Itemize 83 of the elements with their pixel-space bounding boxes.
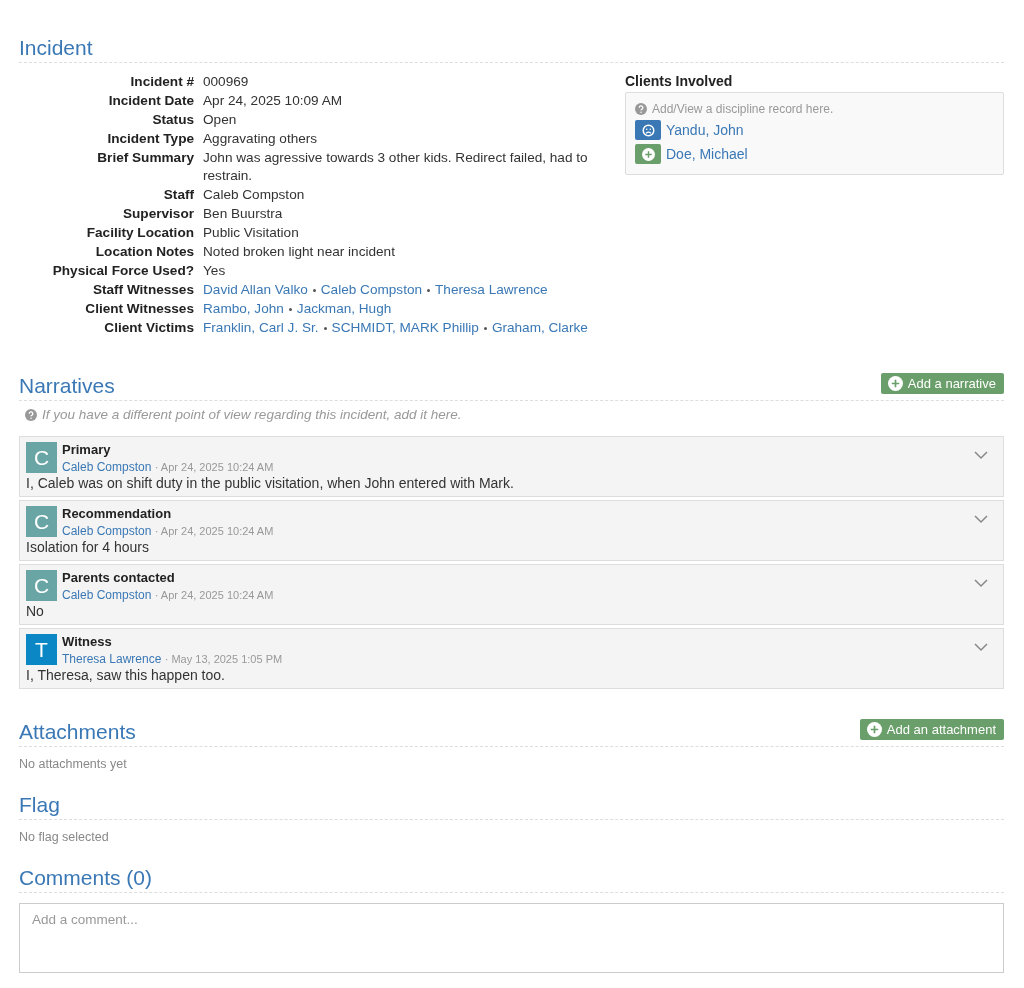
field-value: Apr 24, 2025 10:09 AM — [203, 92, 344, 110]
narrative-date: · Apr 24, 2025 10:24 AM — [154, 589, 274, 601]
field-value: Aggravating others — [203, 130, 319, 148]
separator-dot — [312, 288, 316, 292]
chevron-down-icon[interactable] — [974, 515, 988, 524]
comment-field[interactable]: Add a comment... — [19, 903, 1004, 973]
author-link[interactable]: Caleb Compston — [62, 524, 152, 538]
client-status-badge[interactable] — [635, 144, 661, 164]
section-title: Flag — [19, 793, 60, 817]
person-link[interactable]: Rambo, John — [203, 301, 284, 316]
field-label: Incident Date — [107, 92, 194, 110]
person-link[interactable]: Theresa Lawrence — [435, 282, 548, 297]
person-link[interactable]: Jackman, Hugh — [296, 301, 392, 316]
author-link[interactable]: Caleb Compston — [62, 460, 152, 474]
author-link[interactable]: Theresa Lawrence — [62, 652, 162, 666]
field-label: Incident Type — [106, 130, 194, 148]
plus-icon — [866, 722, 882, 737]
chevron-down-icon[interactable] — [974, 451, 988, 460]
section-title: Incident — [19, 36, 93, 60]
person-link[interactable]: David Allan Valko — [203, 282, 308, 297]
field-value: 000969 — [203, 73, 250, 91]
field-label: Status — [151, 111, 194, 129]
separator-dot — [483, 326, 487, 330]
narrative-title: Witness — [62, 634, 113, 649]
narrative-text: I, Caleb was on shift duty in the public visitation, when John entered with Mark. — [26, 475, 515, 491]
section-title: Comments (0) — [19, 866, 153, 890]
field-label: Physical Force Used? — [51, 262, 194, 280]
narrative-date: · Apr 24, 2025 10:24 AM — [154, 461, 274, 473]
plus-icon — [887, 376, 903, 391]
section-title: Attachments — [19, 720, 136, 744]
narrative-date: · Apr 24, 2025 10:24 AM — [154, 525, 274, 537]
narrative-title: Primary — [62, 442, 112, 457]
empty-message: No flag selected — [19, 830, 110, 844]
field-value: Yes — [203, 262, 227, 280]
field-label: Staff — [162, 186, 194, 204]
field-label: Facility Location — [85, 224, 194, 242]
field-label: Supervisor — [122, 205, 194, 223]
plus-icon — [641, 147, 655, 161]
avatar: C — [26, 506, 57, 537]
field-label: Staff Witnesses — [91, 281, 194, 299]
field-label: Client Witnesses — [84, 300, 194, 318]
separator-dot — [288, 307, 292, 311]
person-link[interactable]: Graham, Clarke — [491, 320, 588, 335]
field-value: John was agressive towards 3 other kids. Redirect failed, had to restrain. — [203, 149, 589, 185]
field-label: Brief Summary — [96, 149, 194, 167]
add-button[interactable]: Add an attachment — [859, 719, 1004, 740]
avatar: C — [26, 442, 57, 473]
clients-title: Clients Involved — [625, 73, 734, 89]
narrative-title: Recommendation — [62, 506, 173, 521]
person-link[interactable]: Franklin, Carl J. Sr. — [203, 320, 319, 335]
separator-dot — [427, 288, 431, 292]
narrative-text: No — [26, 603, 45, 619]
client-link[interactable]: Yandu, John — [666, 122, 744, 138]
person-link[interactable]: SCHMIDT, MARK Phillip — [331, 320, 479, 335]
field-label: Location Notes — [94, 243, 194, 261]
help-icon — [635, 103, 647, 115]
client-link[interactable]: Doe, Michael — [666, 146, 748, 162]
chevron-down-icon[interactable] — [974, 579, 988, 588]
section-title: Narratives — [19, 374, 115, 398]
client-status-badge[interactable] — [635, 120, 661, 140]
field-value: Open — [203, 111, 238, 129]
empty-message: No attachments yet — [19, 757, 128, 771]
narrative-title: Parents contacted — [62, 570, 176, 585]
field-value: Ben Buurstra — [203, 205, 284, 223]
separator-dot — [323, 326, 327, 330]
narrative-text: I, Theresa, saw this happen too. — [26, 667, 226, 683]
person-link[interactable]: Caleb Compston — [320, 282, 423, 297]
avatar: C — [26, 570, 57, 601]
hint-text: If you have a different point of view regarding this incident, add it here. — [42, 407, 462, 422]
field-label: Incident # — [129, 73, 194, 91]
avatar: T — [26, 634, 57, 665]
narrative-date: · May 13, 2025 1:05 PM — [164, 653, 283, 665]
help-icon — [25, 408, 37, 421]
hint-text: Add/View a discipline record here. — [652, 102, 834, 116]
narrative-text: Isolation for 4 hours — [26, 539, 150, 555]
field-label: Client Victims — [103, 319, 194, 337]
add-button[interactable]: Add a narrative — [880, 373, 1004, 394]
frown-icon — [641, 123, 655, 137]
field-value: Caleb Compston — [203, 186, 306, 204]
chevron-down-icon[interactable] — [974, 643, 988, 652]
author-link[interactable]: Caleb Compston — [62, 588, 152, 602]
field-value: Public Visitation — [203, 224, 300, 242]
field-value: Noted broken light near incident — [203, 243, 396, 261]
